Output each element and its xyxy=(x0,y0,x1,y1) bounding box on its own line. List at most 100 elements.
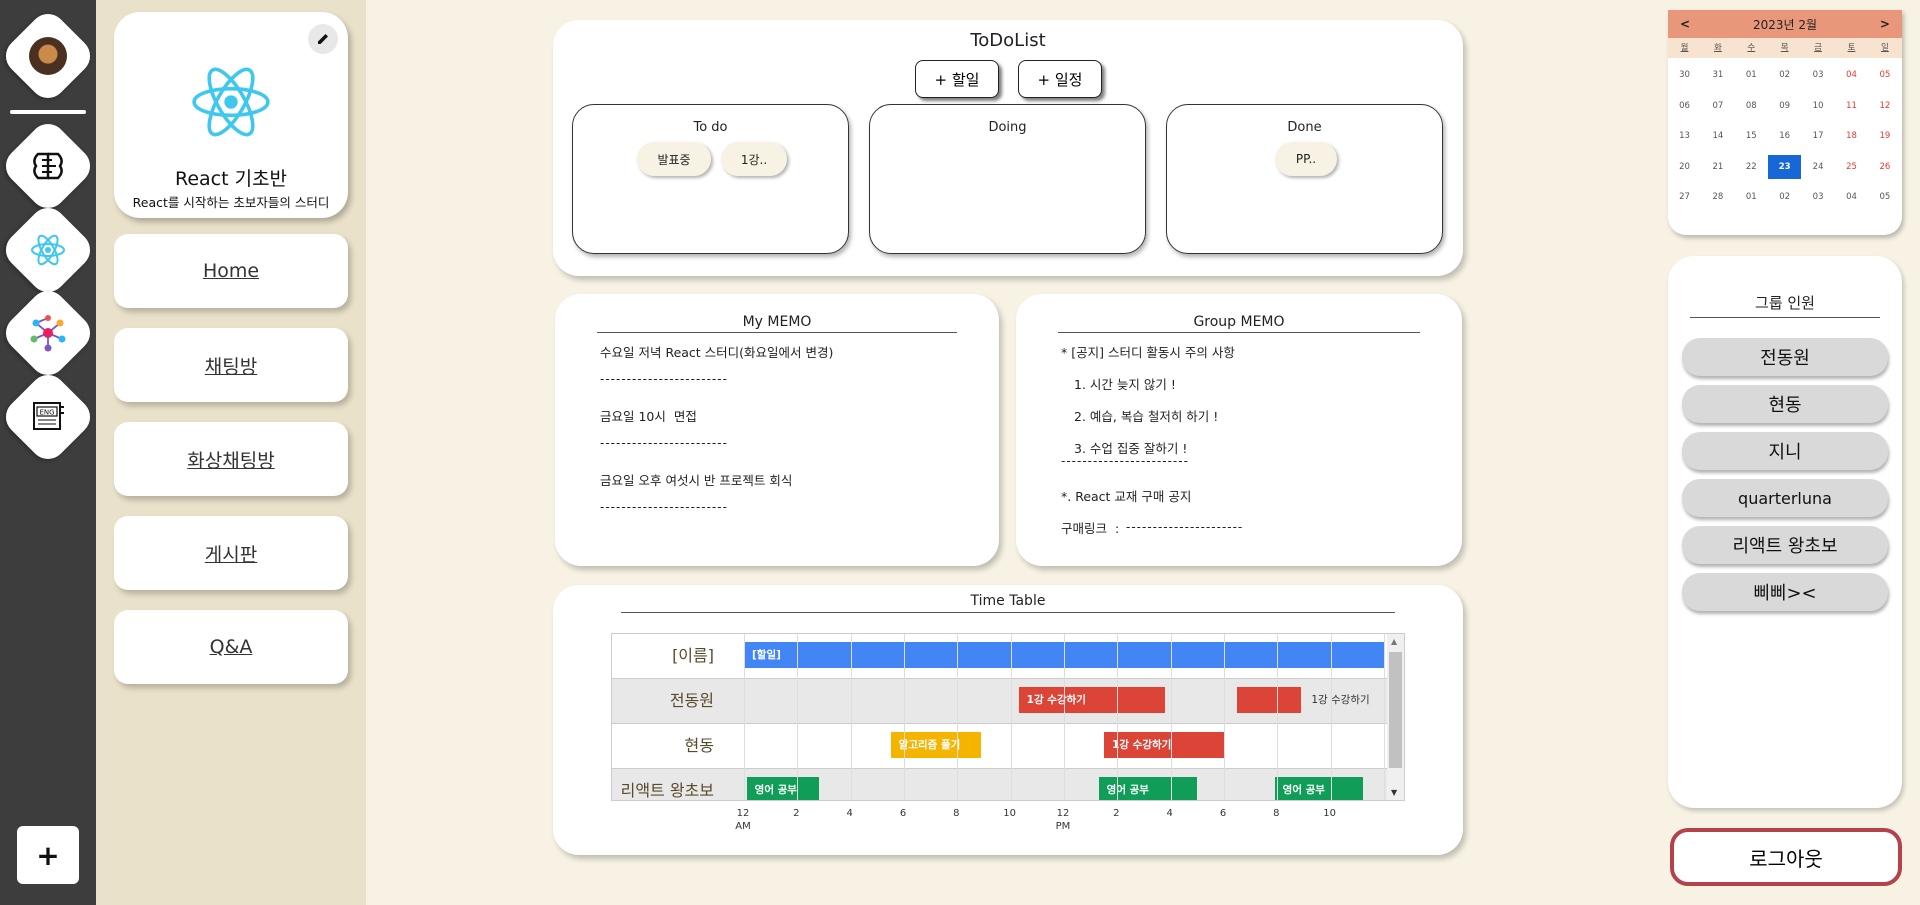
calendar-day[interactable]: 01 xyxy=(1735,185,1768,209)
calendar-day[interactable]: 19 xyxy=(1868,124,1901,148)
calendar-day[interactable]: 09 xyxy=(1768,94,1801,118)
profile-avatar-button[interactable] xyxy=(0,6,98,106)
timetable-gridline xyxy=(744,634,745,800)
timetable-gridline xyxy=(1277,634,1279,800)
calendar-day[interactable]: 23 xyxy=(1768,154,1802,179)
timetable-tick-label: 10 xyxy=(1003,808,1017,819)
column-title: Doing xyxy=(988,120,1027,135)
calendar-day[interactable]: 08 xyxy=(1735,94,1768,118)
calendar-day[interactable]: 10 xyxy=(1802,94,1835,118)
calendar-day[interactable]: 31 xyxy=(1701,63,1734,87)
task-chip[interactable]: PP.. xyxy=(1275,142,1337,176)
calendar-day[interactable]: 01 xyxy=(1735,63,1768,87)
scroll-up-icon[interactable]: ▲ xyxy=(1391,637,1397,646)
my-memo-card[interactable]: My MEMO 수요일 저녁 React 스터디(화요일에서 변경) -----… xyxy=(555,294,999,566)
timetable-bar[interactable]: 영어 공부 xyxy=(1098,777,1198,800)
calendar-day[interactable]: 18 xyxy=(1835,124,1868,148)
scroll-down-icon[interactable]: ▼ xyxy=(1391,788,1397,797)
calendar-day[interactable]: 05 xyxy=(1868,63,1901,87)
next-month-button[interactable]: > xyxy=(1880,17,1890,31)
network-group-button[interactable] xyxy=(0,283,98,383)
calendar-day[interactable]: 03 xyxy=(1802,185,1835,209)
calendar-day[interactable]: 20 xyxy=(1668,155,1701,179)
calendar-day[interactable]: 07 xyxy=(1701,94,1734,118)
calendar-day[interactable]: 28 xyxy=(1701,185,1734,209)
nav-qna[interactable]: Q&A xyxy=(114,610,348,684)
member-item[interactable]: quarterluna xyxy=(1682,479,1888,517)
calendar-day[interactable]: 05 xyxy=(1868,185,1901,209)
timetable-gridline xyxy=(797,634,799,800)
add-group-button[interactable]: + xyxy=(17,826,79,884)
timetable-scrollbar[interactable]: ▲ ▼ xyxy=(1387,634,1404,800)
calendar-header: < 2023년 2월 > xyxy=(1668,10,1902,38)
members-title: 그룹 인원 xyxy=(1690,292,1880,318)
nav-video-chat[interactable]: 화상채팅방 xyxy=(114,422,348,496)
brain-group-button[interactable] xyxy=(0,116,98,216)
member-item[interactable]: 지니 xyxy=(1682,432,1888,470)
timetable-bar[interactable]: 1강 수강하기 xyxy=(1018,687,1166,713)
member-item[interactable]: 현동 xyxy=(1682,385,1888,423)
calendar-day[interactable]: 16 xyxy=(1768,124,1801,148)
scroll-thumb[interactable] xyxy=(1389,652,1402,768)
calendar-day[interactable]: 03 xyxy=(1802,63,1835,87)
timetable-row: [이름] [할일] xyxy=(612,634,1389,679)
task-chip[interactable]: 발표중 xyxy=(637,142,711,176)
group-info-card: React 기초반 React를 시작하는 초보자들의 스터디 xyxy=(114,12,348,218)
calendar-day[interactable]: 06 xyxy=(1668,94,1701,118)
calendar: < 2023년 2월 > 월화수목금토일 30 31 01 02 03 04 05 06 07 0… xyxy=(1668,10,1902,235)
logout-button[interactable]: 로그아웃 xyxy=(1670,828,1902,886)
prev-month-button[interactable]: < xyxy=(1680,17,1690,31)
calendar-day[interactable]: 21 xyxy=(1701,155,1734,179)
timetable-gridline xyxy=(1010,634,1012,800)
memo-line: 금요일 오후 여섯시 반 프로젝트 회식 xyxy=(600,473,793,488)
group-memo-card[interactable]: Group MEMO * [공지] 스터디 활동시 주의 사항 1. 시간 늦지… xyxy=(1016,294,1462,566)
my-memo-title: My MEMO xyxy=(597,314,957,333)
member-item[interactable]: 전동원 xyxy=(1682,338,1888,376)
group-subtitle: React를 시작하는 초보자들의 스터디 xyxy=(132,195,330,210)
calendar-day[interactable]: 02 xyxy=(1768,63,1801,87)
task-chip[interactable]: 1강.. xyxy=(721,142,787,176)
react-group-button[interactable] xyxy=(0,200,98,300)
timetable-bar[interactable]: 영어 공부 xyxy=(746,777,819,800)
memo-line: 금요일 10시 면접 xyxy=(600,409,697,424)
nav-home[interactable]: Home xyxy=(114,234,348,308)
timetable-bar-caption: 1강 수강하기 xyxy=(1311,694,1370,706)
calendar-day[interactable]: 24 xyxy=(1802,155,1835,179)
calendar-day[interactable]: 27 xyxy=(1668,185,1701,209)
calendar-day[interactable]: 15 xyxy=(1735,124,1768,148)
timetable-bar[interactable] xyxy=(1237,687,1302,713)
network-icon xyxy=(30,315,66,352)
calendar-day[interactable]: 04 xyxy=(1835,185,1868,209)
timetable-row: 현동 알고리즘 풀기 1강 수강하기 xyxy=(612,724,1389,769)
calendar-day[interactable]: 30 xyxy=(1668,63,1701,87)
calendar-day[interactable]: 11 xyxy=(1835,94,1868,118)
add-task-button[interactable]: + 할일 xyxy=(915,60,999,98)
add-schedule-button[interactable]: + 일정 xyxy=(1018,60,1102,98)
edit-group-button[interactable] xyxy=(308,24,338,54)
weekday-label: 일 xyxy=(1880,43,1889,53)
timetable-gridline xyxy=(904,634,905,800)
calendar-day[interactable]: 26 xyxy=(1868,155,1901,179)
calendar-day[interactable]: 13 xyxy=(1668,124,1701,148)
calendar-day[interactable]: 04 xyxy=(1835,63,1868,87)
calendar-day[interactable]: 25 xyxy=(1835,155,1868,179)
calendar-day[interactable]: 02 xyxy=(1768,185,1801,209)
timetable-gridline xyxy=(1064,634,1065,800)
nav-chat-room[interactable]: 채팅방 xyxy=(114,328,348,402)
memo-line: 구매링크 : xyxy=(1061,521,1120,536)
calendar-weekdays: 월화수목금토일 xyxy=(1668,38,1902,58)
brain-icon xyxy=(33,152,63,180)
weekday-label: 화 xyxy=(1713,43,1722,53)
calendar-day[interactable]: 12 xyxy=(1868,94,1901,118)
timetable-bar[interactable]: 1강 수강하기 xyxy=(1104,732,1224,758)
nav-board[interactable]: 게시판 xyxy=(114,516,348,590)
member-item[interactable]: 리액트 왕초보 xyxy=(1682,526,1888,564)
english-group-button[interactable]: ENG xyxy=(0,367,98,467)
member-item[interactable]: 삐삐>< xyxy=(1682,573,1888,611)
timetable-bar[interactable]: 영어 공부 xyxy=(1274,777,1363,800)
group-title: React 기초반 xyxy=(174,168,288,190)
calendar-day[interactable]: 17 xyxy=(1802,124,1835,148)
calendar-day[interactable]: 14 xyxy=(1701,124,1734,148)
react-logo-icon xyxy=(30,234,65,266)
calendar-day[interactable]: 22 xyxy=(1735,155,1768,179)
